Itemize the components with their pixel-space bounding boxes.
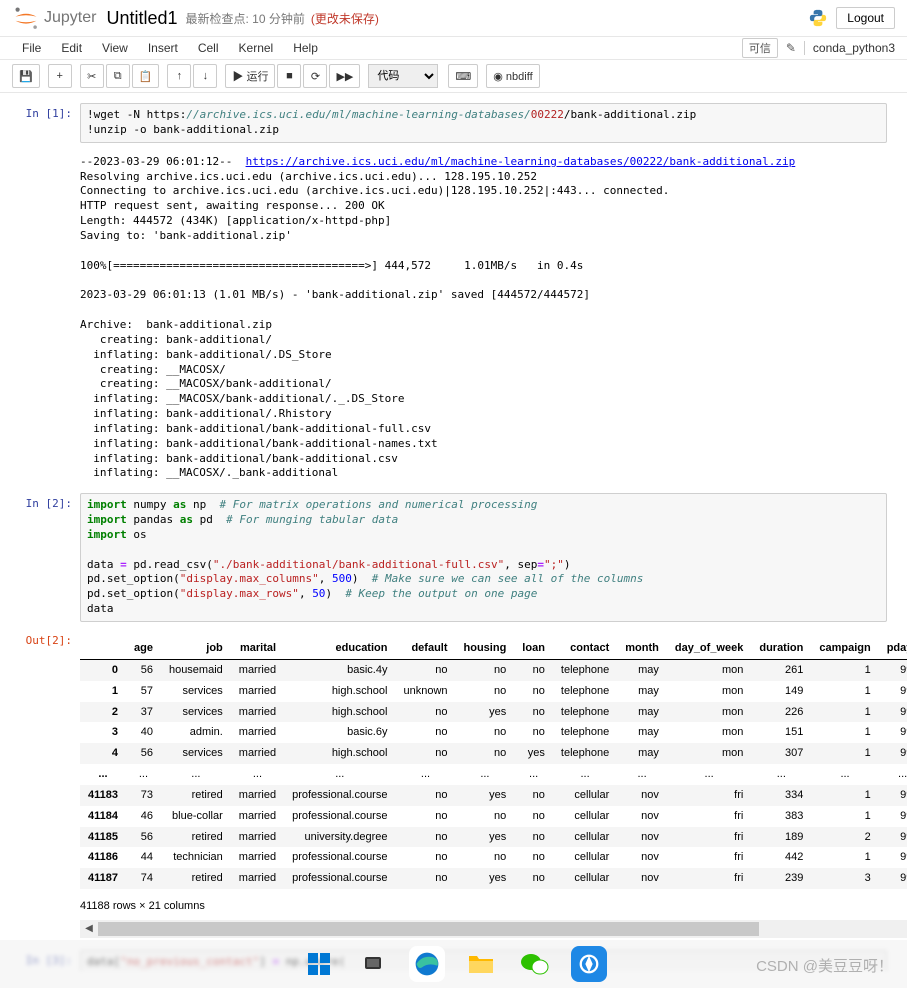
- menu-cell[interactable]: Cell: [188, 37, 229, 59]
- kernel-name[interactable]: conda_python3: [804, 41, 895, 55]
- logo-text: Jupyter: [44, 9, 96, 27]
- move-down-button[interactable]: ↓: [193, 64, 217, 88]
- menu-edit[interactable]: Edit: [51, 37, 92, 59]
- jupyter-logo[interactable]: Jupyter: [12, 4, 96, 32]
- horizontal-scrollbar[interactable]: ◀ ▶: [80, 920, 907, 938]
- copy-button[interactable]: ⧉: [106, 64, 130, 88]
- restart-button[interactable]: ⟳: [303, 64, 327, 88]
- add-cell-button[interactable]: +: [48, 64, 72, 88]
- cut-button[interactable]: ✂: [80, 64, 104, 88]
- toolbar: 💾 + ✂ ⧉ 📋 ↑ ↓ ▶ 运行 ■ ⟳ ▶▶ 代码 ⌨ ◉ nbdiff: [0, 60, 907, 93]
- run-all-button[interactable]: ▶▶: [329, 64, 360, 88]
- stop-button[interactable]: ■: [277, 64, 301, 88]
- python-icon: [808, 8, 828, 28]
- in-prompt: In [1]:: [20, 103, 80, 143]
- dataframe-output[interactable]: agejobmaritaleducationdefaulthousingloan…: [80, 634, 907, 938]
- autosave-status: (更改未保存): [311, 10, 379, 27]
- logout-button[interactable]: Logout: [836, 7, 895, 29]
- explorer-icon[interactable]: [463, 946, 499, 982]
- watermark-text: CSDN @美豆豆呀！: [756, 955, 893, 976]
- dataframe-summary: 41188 rows × 21 columns: [80, 893, 907, 918]
- in-prompt: In [2]:: [20, 493, 80, 622]
- cell-type-select[interactable]: 代码: [368, 64, 438, 88]
- stdout-output: --2023-03-29 06:01:12-- https://archive.…: [80, 151, 887, 486]
- header-bar: Jupyter Untitled1 最新检查点: 10 分钟前 (更改未保存) …: [0, 0, 907, 37]
- app-icon[interactable]: [571, 946, 607, 982]
- command-palette-button[interactable]: ⌨: [448, 64, 478, 88]
- notebook-container: In [1]: !wget -N https://archive.ics.uci…: [0, 93, 907, 971]
- menu-insert[interactable]: Insert: [138, 37, 188, 59]
- notebook-title[interactable]: Untitled1: [106, 8, 177, 29]
- code-cell-2[interactable]: In [2]: import numpy as np # For matrix …: [20, 493, 887, 622]
- code-input[interactable]: import numpy as np # For matrix operatio…: [80, 493, 887, 622]
- move-up-button[interactable]: ↑: [167, 64, 191, 88]
- edge-icon[interactable]: [409, 946, 445, 982]
- menu-bar: File Edit View Insert Cell Kernel Help 可…: [0, 37, 907, 60]
- menu-file[interactable]: File: [12, 37, 51, 59]
- taskview-icon[interactable]: [355, 946, 391, 982]
- menu-view[interactable]: View: [92, 37, 138, 59]
- nbdiff-button[interactable]: ◉ nbdiff: [486, 64, 539, 88]
- save-button[interactable]: 💾: [12, 64, 40, 88]
- wechat-icon[interactable]: [517, 946, 553, 982]
- out-prompt: Out[2]:: [20, 630, 80, 942]
- code-cell-1[interactable]: In [1]: !wget -N https://archive.ics.uci…: [20, 103, 887, 143]
- menu-help[interactable]: Help: [283, 37, 328, 59]
- edit-icon[interactable]: ✎: [786, 41, 796, 55]
- output-cell-2: Out[2]: agejobmaritaleducationdefaulthou…: [20, 630, 887, 942]
- trusted-badge[interactable]: 可信: [742, 38, 778, 58]
- checkpoint-status: 最新检查点: 10 分钟前: [186, 10, 305, 27]
- jupyter-icon: [12, 4, 40, 32]
- output-cell-1: --2023-03-29 06:01:12-- https://archive.…: [20, 151, 887, 486]
- code-input[interactable]: !wget -N https://archive.ics.uci.edu/ml/…: [80, 103, 887, 143]
- menu-kernel[interactable]: Kernel: [229, 37, 284, 59]
- scroll-left-icon[interactable]: ◀: [80, 922, 98, 936]
- run-button[interactable]: ▶ 运行: [225, 64, 275, 88]
- paste-button[interactable]: 📋: [132, 64, 160, 88]
- start-icon[interactable]: [301, 946, 337, 982]
